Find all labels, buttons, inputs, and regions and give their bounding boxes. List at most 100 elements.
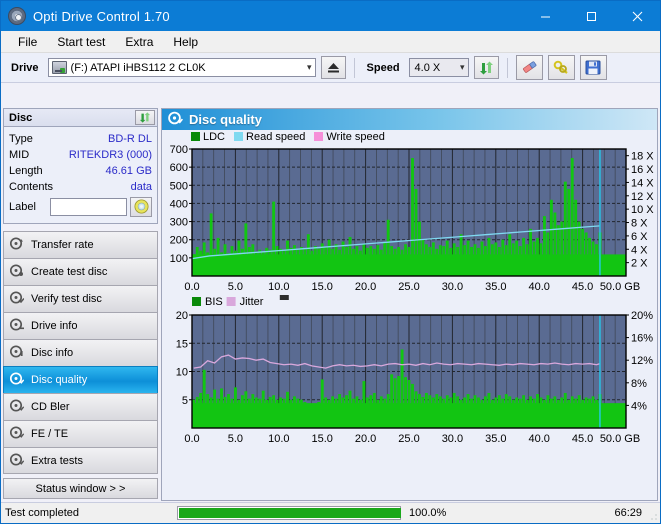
svg-text:50.0 GB: 50.0 GB [600,433,640,443]
refresh-button[interactable] [473,56,499,79]
cd-icon-button[interactable] [130,196,152,217]
svg-text:50.0 GB: 50.0 GB [600,281,640,293]
svg-text:15.0: 15.0 [311,433,332,443]
menu-bar: File Start test Extra Help [1,31,660,53]
sidebar-item-label: Extra tests [31,454,83,467]
disc-icon [9,318,24,334]
svg-text:35.0: 35.0 [485,433,506,443]
svg-text:20.0: 20.0 [355,433,376,443]
menu-item-file[interactable]: File [9,32,46,52]
elapsed-time: 66:29 [614,507,642,519]
save-button[interactable] [579,55,607,80]
svg-text:BIS: BIS [205,296,223,308]
disc-row-type: Type BD-R DL [9,131,152,147]
menu-item-help[interactable]: Help [164,32,207,52]
svg-text:25.0: 25.0 [398,433,419,443]
svg-text:100: 100 [170,253,188,265]
close-icon[interactable] [614,1,660,31]
svg-text:12%: 12% [631,355,653,367]
sidebar-item-fe-te[interactable]: FE / TE [3,420,158,447]
eject-button[interactable] [320,56,346,79]
svg-text:25.0: 25.0 [398,281,419,293]
svg-text:45.0: 45.0 [572,433,593,443]
legend-label: Read speed [246,130,306,143]
svg-text:18 X: 18 X [631,151,654,163]
legend-label: Write speed [326,130,385,143]
disc-quality-charts[interactable]: 100 200 300 400 500 600 700 2 X 4 X6 X8 X 10 X12 … [162,143,660,445]
window-title: Opti Drive Control 1.70 [33,8,170,24]
legend-write-speed: Write speed [314,131,385,143]
svg-text:8 X: 8 X [631,218,648,230]
svg-text:5.0: 5.0 [228,281,243,293]
progress-cell [173,503,405,524]
svg-text:4 X: 4 X [631,244,648,256]
sidebar-item-label: Drive info [31,320,78,332]
progress-percent: 100.0% [409,507,447,519]
svg-text:10 X: 10 X [631,204,654,216]
sidebar-item-label: Verify test disc [31,293,102,305]
disc-length-label: Length [9,165,43,177]
svg-text:35.0: 35.0 [485,281,506,293]
sidebar-item-disc-quality[interactable]: Disc quality [3,366,158,393]
svg-text:600: 600 [170,162,188,174]
disc-contents-value: data [130,181,152,193]
sidebar-item-label: Transfer rate [31,239,94,251]
sidebar-item-transfer-rate[interactable]: Transfer rate [3,231,158,258]
menu-item-extra[interactable]: Extra [116,32,162,52]
svg-text:500: 500 [170,180,188,192]
chevron-down-icon: ▾ [307,62,312,72]
drive-select[interactable]: (F:) ATAPI iHBS112 2 CL0K ▾ [47,58,316,77]
disc-label-input[interactable] [50,197,127,216]
disc-refresh-button[interactable] [135,110,155,125]
disc-contents-label: Contents [9,181,54,193]
svg-text:40.0: 40.0 [528,433,549,443]
disc-row-mid: MID RITEKDR3 (000) [9,147,152,163]
eraser-button[interactable] [515,55,543,80]
sidebar-item-verify-test-disc[interactable]: Verify test disc [3,285,158,312]
svg-text:4%: 4% [631,400,647,412]
sidebar-item-disc-info[interactable]: Disc info [3,339,158,366]
svg-text:15.0: 15.0 [311,281,332,293]
speed-label: Speed [366,61,400,74]
speed-select-value: 4.0 X [414,61,441,74]
svg-text:15: 15 [176,338,188,350]
chart-legend-top: LDC Read speed Write speed [162,130,657,143]
disc-icon [9,399,25,415]
disc-quality-icon [168,111,184,128]
disc-row-length: Length 46.61 GB [9,163,152,179]
sidebar-item-cd-bler[interactable]: CD Bler [3,393,158,420]
panel-header: Disc quality [162,109,657,130]
svg-text:20: 20 [176,310,188,322]
toolbar-separator-1 [353,57,355,78]
svg-text:16 X: 16 X [631,164,654,176]
sidebar-item-drive-info[interactable]: Drive info [3,312,158,339]
resize-grip[interactable] [648,511,658,521]
svg-text:14 X: 14 X [631,177,654,189]
menu-item-start-test[interactable]: Start test [48,32,114,52]
drive-label: Drive [11,61,39,74]
keys-button[interactable] [547,55,575,80]
svg-text:30.0: 30.0 [442,433,463,443]
svg-text:6 X: 6 X [631,231,648,243]
maximize-icon[interactable] [568,1,614,31]
speed-select[interactable]: 4.0 X ▾ [408,58,469,77]
minimize-icon[interactable] [522,1,568,31]
svg-text:16%: 16% [631,333,653,345]
svg-text:10: 10 [176,367,188,379]
sidebar-item-create-test-disc[interactable]: Create test disc [3,258,158,285]
sidebar-item-extra-tests[interactable]: Extra tests [3,447,158,474]
disc-mid-label: MID [9,149,30,161]
disc-icon [9,372,25,388]
svg-text:0.0: 0.0 [184,433,199,443]
disc-length-value: 46.61 GB [105,165,152,177]
svg-text:40.0: 40.0 [528,281,549,293]
disc-panel-title: Disc [9,111,33,124]
toolbar: Drive (F:) ATAPI iHBS112 2 CL0K ▾ Speed … [1,53,660,83]
sidebar-item-label: CD Bler [31,401,70,413]
svg-text:10.0: 10.0 [268,281,289,293]
disc-mid-value: RITEKDR3 (000) [68,149,152,161]
status-window-button[interactable]: Status window > > [3,478,158,499]
sidebar-item-label: Disc info [31,347,74,359]
svg-text:10.0: 10.0 [268,433,289,443]
disc-label-caption: Label [9,200,36,213]
